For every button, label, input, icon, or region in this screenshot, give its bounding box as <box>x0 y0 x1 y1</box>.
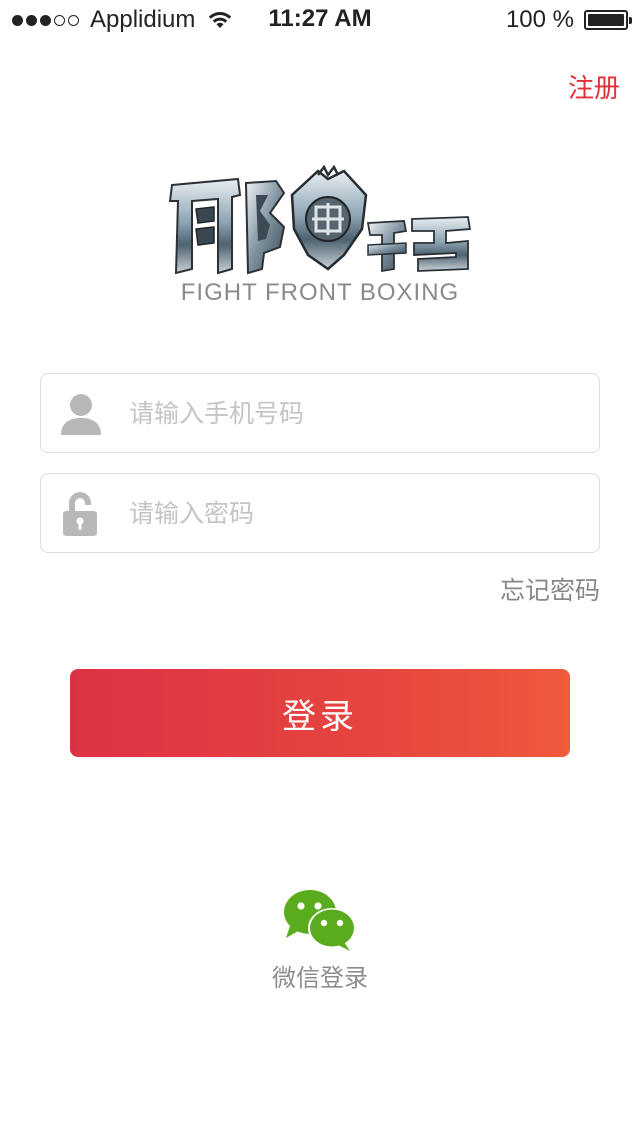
logo-emblem-icon <box>168 165 472 275</box>
logo-subtitle: FIGHT FRONT BOXING <box>180 279 460 306</box>
user-icon <box>61 394 101 435</box>
login-screen: Applidium 11:27 AM 100 % 注册 FIGHT FRONT … <box>0 0 640 1136</box>
wechat-login-label: 微信登录 <box>272 964 368 992</box>
battery-fill <box>588 14 624 26</box>
app-logo: FIGHT FRONT BOXING <box>160 165 480 315</box>
status-right: 100 % <box>505 6 632 34</box>
login-button[interactable]: 登录 <box>70 669 570 757</box>
unlocked-padlock-icon <box>63 492 97 536</box>
wechat-icon <box>284 890 356 951</box>
phone-field[interactable] <box>40 373 600 453</box>
phone-input[interactable] <box>129 374 579 452</box>
battery-percentage: 100 % <box>505 6 574 33</box>
wechat-login-button[interactable]: 微信登录 <box>240 888 400 998</box>
battery-icon <box>584 10 632 30</box>
password-input[interactable] <box>129 474 579 552</box>
password-field[interactable] <box>40 473 600 553</box>
forgot-password-link[interactable]: 忘记密码 <box>500 571 600 607</box>
status-bar: Applidium 11:27 AM 100 % <box>0 0 640 40</box>
register-link[interactable]: 注册 <box>568 68 620 105</box>
